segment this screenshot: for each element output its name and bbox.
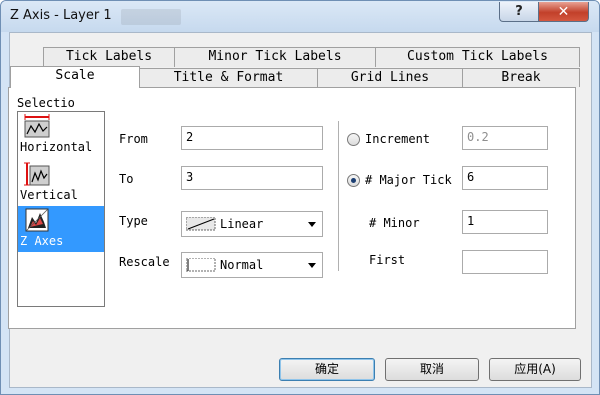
tab-label: Grid Lines	[350, 70, 430, 85]
increment-label: Increment	[365, 132, 431, 146]
type-label: Type	[119, 214, 148, 228]
tab-label: Scale	[55, 68, 95, 83]
list-item-label: Horizontal	[20, 140, 93, 154]
title-bar[interactable]: Z Axis - Layer 1 ? ✕	[1, 1, 599, 32]
tab-label: Title & Format	[173, 70, 284, 85]
list-item-z-axes[interactable]: Z Axes	[18, 206, 104, 252]
rescale-normal-icon	[186, 258, 216, 272]
close-button[interactable]: ✕	[538, 2, 589, 22]
tab-scale[interactable]: Scale	[10, 66, 140, 88]
tab-grid-lines[interactable]: Grid Lines	[317, 68, 463, 87]
rescale-label: Rescale	[119, 255, 170, 269]
increment-radio[interactable]	[347, 133, 360, 146]
increment-input[interactable]: 0.2	[462, 126, 548, 150]
minor-ticks-label: # Minor	[369, 216, 420, 230]
from-input[interactable]: 2	[181, 126, 323, 150]
rescale-value: Normal	[220, 258, 264, 272]
rescale-dropdown[interactable]: Normal	[181, 252, 323, 278]
tab-label: Break	[501, 70, 541, 85]
tab-break[interactable]: Break	[462, 68, 580, 87]
minor-ticks-input[interactable]: 1	[462, 210, 548, 234]
close-icon: ✕	[557, 3, 570, 20]
major-ticks-input[interactable]: 6	[462, 166, 548, 190]
tab-label: Minor Tick Labels	[208, 49, 342, 64]
background-window-ghost	[121, 9, 181, 25]
tab-minor-tick-labels[interactable]: Minor Tick Labels	[174, 47, 376, 67]
tab-custom-tick-labels[interactable]: Custom Tick Labels	[375, 47, 580, 67]
ok-button[interactable]: 确定	[279, 358, 375, 381]
list-item-label: Vertical	[20, 188, 78, 202]
selection-label: Selectio	[17, 96, 75, 110]
to-input[interactable]: 3	[181, 166, 323, 190]
chevron-down-icon	[308, 222, 316, 227]
type-value: Linear	[220, 217, 264, 231]
to-label: To	[119, 172, 134, 186]
tab-tick-labels[interactable]: Tick Labels	[43, 47, 175, 67]
tab-title-format[interactable]: Title & Format	[139, 68, 318, 87]
dialog-window: Z Axis - Layer 1 ? ✕ Tick Labels Minor T…	[0, 0, 600, 395]
list-item-label: Z Axes	[20, 234, 64, 248]
z-axis-icon	[25, 208, 49, 232]
linear-scale-icon	[186, 217, 216, 231]
from-label: From	[119, 132, 148, 146]
list-item-vertical[interactable]: Vertical	[18, 160, 104, 206]
chevron-down-icon	[308, 263, 316, 268]
tab-label: Custom Tick Labels	[407, 49, 548, 64]
list-item-horizontal[interactable]: Horizontal	[18, 112, 104, 158]
column-divider	[338, 121, 339, 271]
vertical-axis-icon	[24, 162, 50, 186]
type-dropdown[interactable]: Linear	[181, 211, 323, 237]
help-button[interactable]: ?	[499, 2, 539, 22]
first-tick-label: First	[369, 253, 406, 267]
cancel-button[interactable]: 取消	[385, 358, 479, 381]
apply-button[interactable]: 应用(A)	[489, 358, 581, 381]
first-tick-input[interactable]	[462, 250, 548, 274]
horizontal-axis-icon	[24, 114, 50, 138]
major-ticks-radio[interactable]	[347, 174, 360, 187]
tab-label: Tick Labels	[65, 49, 153, 64]
help-icon: ?	[515, 4, 523, 19]
window-title: Z Axis - Layer 1	[10, 8, 112, 23]
major-ticks-label: # Major Tick	[365, 173, 452, 187]
axis-selection-list[interactable]: Horizontal Vertical Z Axes	[17, 111, 105, 307]
